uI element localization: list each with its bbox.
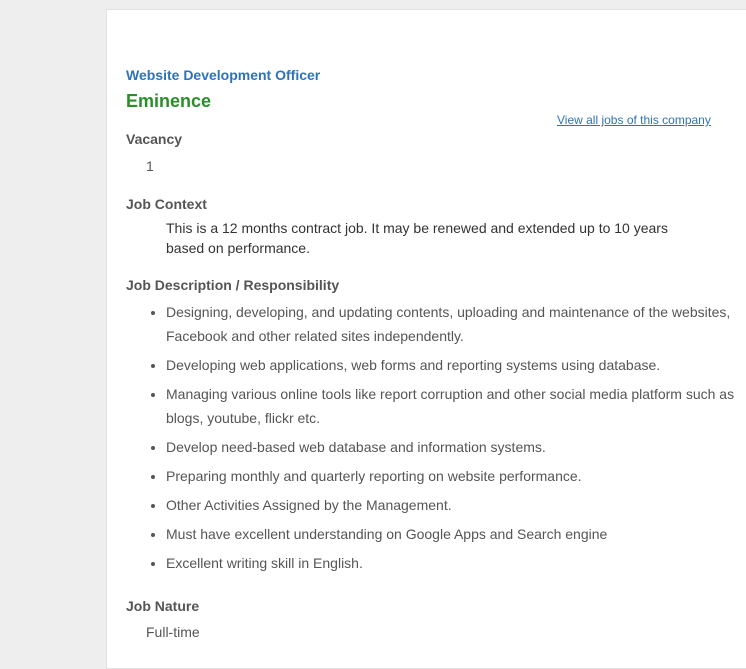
job-nature-heading: Job Nature [126,598,200,614]
list-item: Designing, developing, and updating cont… [166,300,746,348]
list-item: Develop need-based web database and info… [166,435,746,459]
job-nature-value: Full-time [146,624,200,640]
list-item: Preparing monthly and quarterly reportin… [166,464,746,488]
company-name: Eminence [126,91,212,111]
job-context-text: This is a 12 months contract job. It may… [166,220,668,256]
view-all-jobs-link[interactable]: View all jobs of this company [557,113,711,127]
list-item: Must have excellent understanding on Goo… [166,522,746,546]
responsibility-heading: Job Description / Responsibility [126,277,340,293]
responsibility-list: Designing, developing, and updating cont… [126,300,746,580]
list-item: Other Activities Assigned by the Managem… [166,493,746,517]
vacancy-heading: Vacancy [126,131,183,147]
job-title: Website Development Officer [126,67,321,83]
vacancy-value: 1 [146,158,154,174]
list-item: Excellent writing skill in English. [166,551,746,575]
list-item: Managing various online tools like repor… [166,382,746,430]
job-context-heading: Job Context [126,196,207,212]
list-item: Developing web applications, web forms a… [166,353,746,377]
